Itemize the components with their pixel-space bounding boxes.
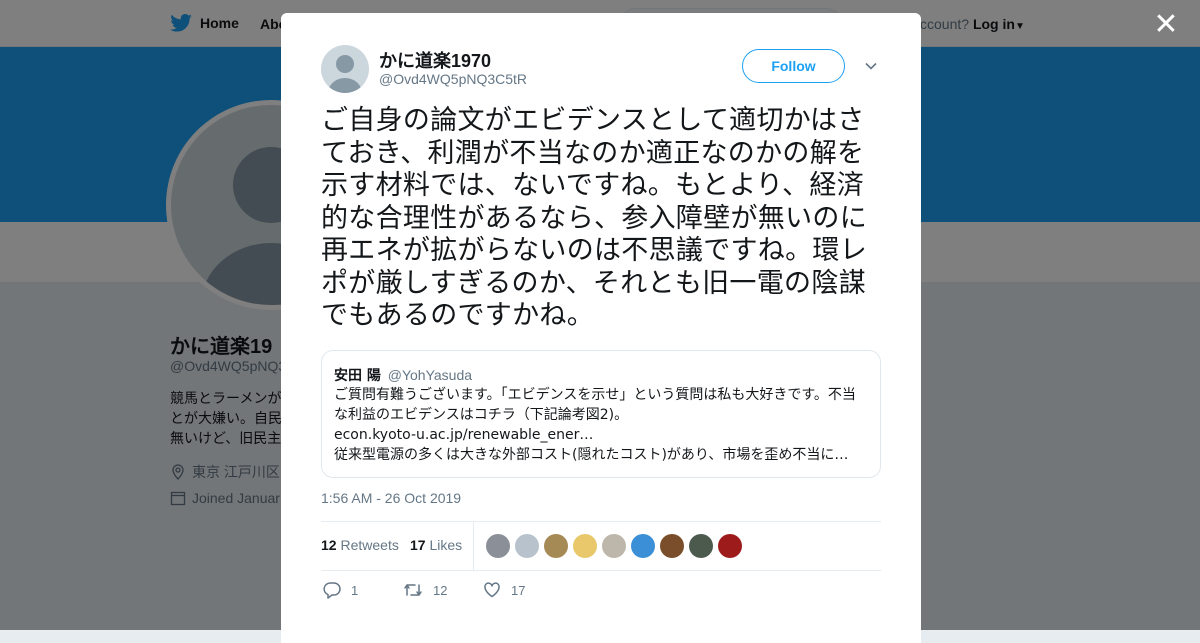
quoted-link[interactable]: econ.kyoto-u.ac.jp/renewable_ener…: [334, 425, 874, 445]
liker-avatar-2[interactable]: [515, 534, 539, 558]
liker-avatar-1[interactable]: [486, 534, 510, 558]
author-name[interactable]: かに道楽1970: [379, 47, 491, 73]
quoted-text-line: 従来型電源の多くは大きな外部コスト(隠れたコスト)があり、市場を歪め不当に…: [334, 447, 849, 463]
like-action[interactable]: 17: [483, 581, 525, 599]
default-avatar-icon: [328, 55, 362, 93]
tweet-text: ご自身の論文がエビデンスとして適切かはさておき、利潤が不当なのか適正なのかの解を…: [321, 105, 867, 331]
stats-divider: [473, 522, 474, 570]
retweet-action[interactable]: 12: [403, 581, 447, 599]
like-count: 17: [511, 582, 526, 598]
quoted-text-line: ご質問有難うございます。「エビデンスを示せ」という質問は私も大好きです。不当: [334, 387, 856, 403]
liker-avatar-7[interactable]: [660, 534, 684, 558]
tweet-modal: かに道楽1970 @Ovd4WQ5pNQ3C5tR Follow ご自身の論文が…: [281, 13, 921, 643]
liker-avatar-5[interactable]: [602, 534, 626, 558]
liker-avatar-9[interactable]: [718, 534, 742, 558]
likes-stat[interactable]: 17 Likes: [410, 537, 462, 553]
retweet-icon: [404, 584, 422, 596]
quoted-author-name: 安田 陽: [334, 368, 381, 384]
tweet-actions: 1 12 17: [321, 579, 881, 603]
author-handle[interactable]: @Ovd4WQ5pNQ3C5tR: [379, 71, 527, 87]
liker-avatar-3[interactable]: [544, 534, 568, 558]
quoted-author-handle: @YohYasuda: [387, 367, 473, 383]
liker-avatar-8[interactable]: [689, 534, 713, 558]
reply-icon: [323, 582, 341, 599]
retweets-label: Retweets: [340, 537, 399, 553]
heart-icon: [484, 582, 500, 598]
retweet-count: 12: [433, 582, 448, 598]
liker-avatar-4[interactable]: [573, 534, 597, 558]
retweets-count: 12: [321, 537, 337, 553]
author-avatar[interactable]: [321, 45, 369, 93]
chevron-down-icon[interactable]: [864, 59, 878, 73]
tweet-stats: 12 Retweets 17 Likes: [321, 521, 881, 571]
follow-button[interactable]: Follow: [742, 49, 845, 83]
reply-action[interactable]: 1: [323, 581, 358, 599]
likes-count: 17: [410, 537, 426, 553]
likes-label: Likes: [429, 537, 463, 553]
retweets-stat[interactable]: 12 Retweets: [321, 537, 399, 553]
liker-avatar-6[interactable]: [631, 534, 655, 558]
tweet-timestamp[interactable]: 1:56 AM - 26 Oct 2019: [321, 490, 461, 506]
reply-count: 1: [351, 582, 359, 598]
close-icon[interactable]: ✕: [1150, 10, 1182, 42]
quoted-text-line: な利益のエビデンスはコチラ（下記論考図2)。: [334, 407, 629, 423]
quoted-author[interactable]: 安田 陽 @YohYasuda: [334, 365, 472, 385]
quoted-tweet[interactable]: 安田 陽 @YohYasuda ご質問有難うございます。「エビデンスを示せ」とい…: [321, 350, 881, 478]
